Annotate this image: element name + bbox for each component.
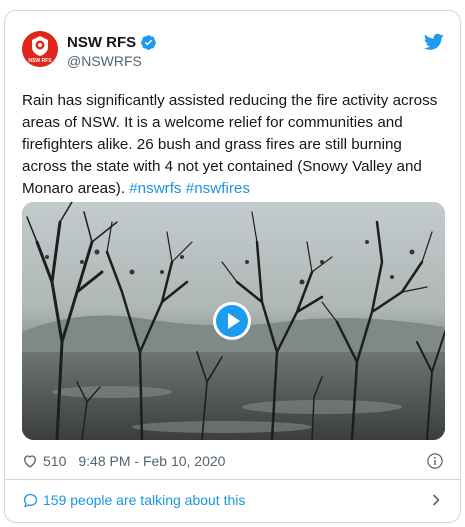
avatar-text: NSW RFS [28,58,52,64]
like-count[interactable]: 510 [43,453,66,469]
author-names: NSW RFS @NSWRFS [67,32,157,69]
hashtag-nswfires[interactable]: #nswfires [186,180,250,197]
author-handle[interactable]: @NSWRFS [67,53,157,69]
tweet-meta: 510 9:48 PM - Feb 10, 2020 [22,451,444,471]
info-icon[interactable] [426,452,444,470]
hashtag-nswrfs[interactable]: #nswrfs [129,180,181,197]
video-thumbnail[interactable] [22,202,445,440]
heart-icon[interactable] [22,453,38,469]
tweet-header: NSW RFS NSW RFS @NSWRFS [22,31,444,71]
timestamp[interactable]: 9:48 PM - Feb 10, 2020 [78,453,225,469]
talking-about-text[interactable]: 159 people are talking about this [43,492,245,508]
tweet-card: NSW RFS NSW RFS @NSWRFS Rain has signifi… [4,10,461,523]
chevron-right-icon[interactable] [430,494,442,506]
author-display-name[interactable]: NSW RFS [67,34,136,51]
footer-divider [5,479,460,480]
verified-badge-icon [141,34,157,50]
tweet-text: Rain has significantly assisted reducing… [22,90,450,200]
play-icon[interactable] [212,301,252,341]
twitter-bird-icon[interactable] [424,33,444,51]
avatar[interactable]: NSW RFS [22,31,58,67]
speech-bubble-icon [23,493,38,508]
conversation-link[interactable]: 159 people are talking about this [22,488,444,512]
